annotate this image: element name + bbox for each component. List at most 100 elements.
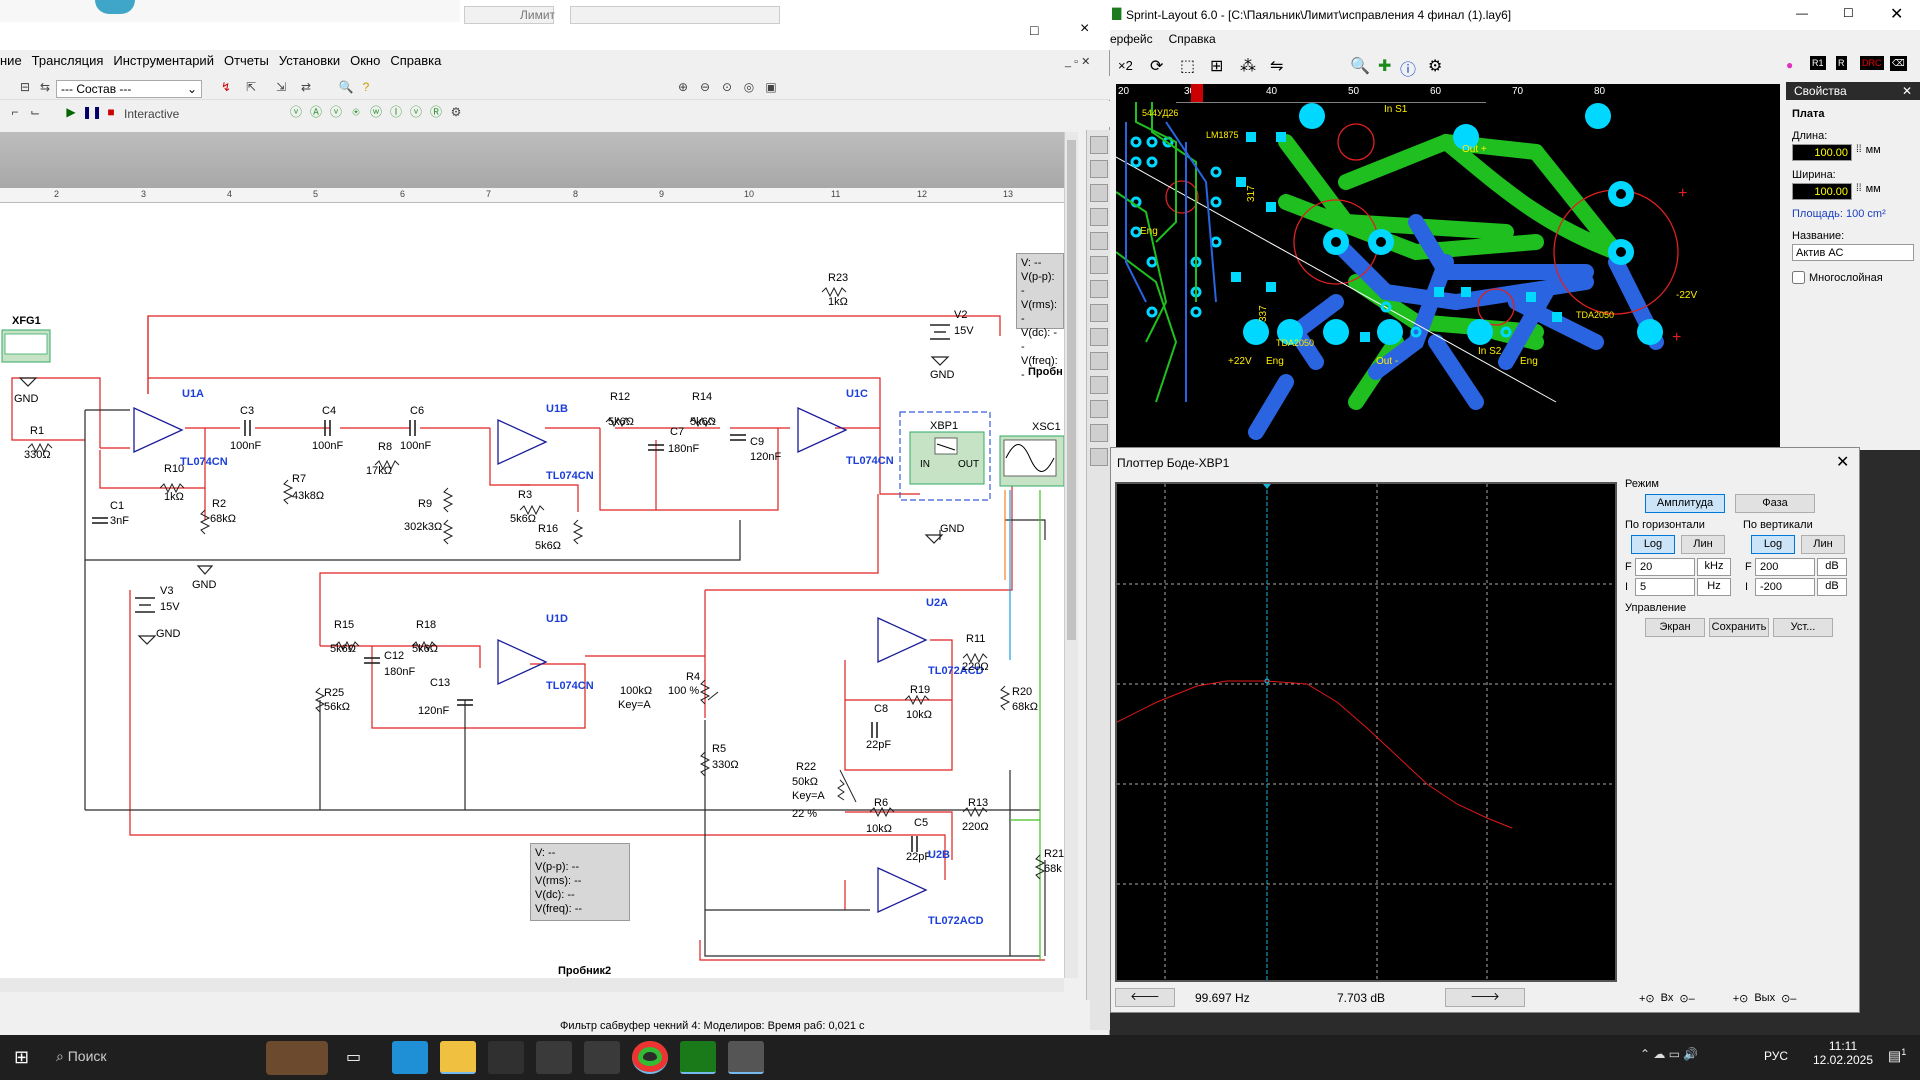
tool-icon[interactable]: ⬚ [1180, 56, 1195, 76]
zoom-x2[interactable]: ×2 [1118, 58, 1133, 73]
vertical-scrollbar[interactable] [1064, 132, 1078, 978]
tool-icon[interactable]: ● [1786, 58, 1793, 72]
tool-icon[interactable] [1090, 232, 1108, 250]
menu-item[interactable]: Установки [274, 50, 345, 72]
v-initial-unit[interactable]: dB [1817, 578, 1847, 596]
tool-icon[interactable]: DRC [1860, 56, 1884, 70]
v-log-button[interactable]: Log [1751, 535, 1795, 554]
restore-button[interactable]: □ [1030, 22, 1038, 38]
tool-icon[interactable]: ⇲ [272, 78, 290, 96]
v-final-input[interactable] [1755, 558, 1815, 576]
tool-icon[interactable] [1090, 448, 1108, 466]
out-plus[interactable]: +⊙ [1733, 992, 1749, 1005]
tool-icon[interactable]: ⇋ [1270, 56, 1283, 76]
probe1-box[interactable]: V: -- V(p-p): - V(rms): - V(dc): -- V(fr… [1016, 253, 1064, 381]
sprint-layout-icon[interactable] [680, 1041, 716, 1074]
app-icon[interactable] [584, 1041, 620, 1074]
tool-icon[interactable] [1090, 424, 1108, 442]
tool-icon[interactable]: ⌫ [1890, 56, 1907, 71]
language-indicator[interactable]: РУС [1764, 1049, 1788, 1063]
weather-widget-icon[interactable] [266, 1041, 328, 1075]
clock[interactable]: 11:11 12.02.2025 [1808, 1039, 1878, 1067]
menu-item[interactable]: ние [0, 50, 27, 72]
mdi-buttons[interactable]: _ ▫ ✕ [1065, 55, 1090, 68]
search-icon[interactable]: 🔍 [1350, 56, 1370, 76]
tool-icon[interactable]: ⊟ [16, 78, 34, 96]
menu-item[interactable]: Инструментарий [108, 50, 219, 72]
set-button[interactable]: Уст... [1773, 618, 1833, 637]
screen-button[interactable]: Экран [1645, 618, 1705, 637]
zoom-fit-icon[interactable]: ◎ [740, 78, 758, 96]
tool-icon[interactable] [1090, 208, 1108, 226]
info-icon[interactable]: ⓘ [1400, 56, 1416, 80]
v-final-unit[interactable]: dB [1817, 558, 1847, 576]
menu-item[interactable]: Окно [345, 50, 385, 72]
width-input[interactable] [1792, 183, 1852, 200]
tray-icons[interactable]: ⌃ ☁ ▭ 🔊 [1640, 1047, 1698, 1061]
menu-item[interactable]: Справка [385, 50, 446, 72]
probe2-box[interactable]: V: -- V(p-p): -- V(rms): -- V(dc): -- V(… [530, 843, 630, 921]
save-button[interactable]: Сохранить [1709, 618, 1769, 637]
gear-icon[interactable]: ⚙ [447, 103, 465, 121]
tool-icon[interactable]: R1 [1810, 56, 1826, 70]
app-icon[interactable] [488, 1041, 524, 1074]
refresh-icon[interactable]: ⟳ [1150, 56, 1163, 76]
name-input[interactable] [1792, 244, 1914, 261]
menu-item[interactable]: Отчеты [219, 50, 274, 72]
close-button[interactable]: ✕ [1890, 4, 1903, 24]
cursor-right-button[interactable]: 🡒 [1445, 988, 1525, 1007]
tool-icon[interactable]: ⌐ [6, 103, 24, 121]
schematic-canvas[interactable]: XFG1 GND R1 330Ω C1 3nF U1A TL074CN C3 1… [0, 203, 1064, 978]
instrument-icon[interactable]: ⓦ [367, 103, 385, 121]
help-icon[interactable]: ? [357, 78, 375, 96]
h-log-button[interactable]: Log [1631, 535, 1675, 554]
h-initial-unit[interactable]: Hz [1697, 578, 1731, 596]
stop-icon[interactable]: ■ [102, 103, 120, 121]
tool-icon[interactable]: ⊞ [1210, 56, 1223, 76]
tool-icon[interactable] [1090, 184, 1108, 202]
zoom-page-icon[interactable]: ▣ [762, 78, 780, 96]
tool-icon[interactable] [1090, 280, 1108, 298]
out-minus[interactable]: ⊙– [1781, 992, 1796, 1005]
instrument-icon[interactable]: Ⓘ [387, 103, 405, 121]
h-lin-button[interactable]: Лин [1681, 535, 1725, 554]
tool-icon[interactable] [1090, 352, 1108, 370]
instrument-icon[interactable]: ⓥ [287, 103, 305, 121]
multisim-icon[interactable] [728, 1041, 764, 1074]
component-combo[interactable]: --- Состав --- ⌄ [56, 80, 202, 98]
minimize-button[interactable]: — [1796, 6, 1808, 20]
instrument-icon[interactable]: Ⓐ [307, 103, 325, 121]
v-initial-input[interactable] [1755, 578, 1815, 596]
close-button[interactable]: ✕ [1836, 452, 1849, 472]
zoom-in-icon[interactable]: ⊕ [674, 78, 692, 96]
zoom-area-icon[interactable]: ⊙ [718, 78, 736, 96]
phase-button[interactable]: Фаза [1735, 494, 1815, 513]
instrument-icon[interactable]: ⓥ [327, 103, 345, 121]
multilayer-checkbox[interactable]: Многослойная [1792, 271, 1914, 284]
tool-icon[interactable]: ⁂ [1240, 56, 1256, 76]
pause-icon[interactable]: ❚❚ [82, 103, 102, 121]
amplitude-button[interactable]: Амплитуда [1645, 494, 1725, 513]
h-final-input[interactable] [1635, 558, 1695, 576]
tool-icon[interactable]: ⌙ [26, 103, 44, 121]
edge-icon[interactable] [392, 1041, 428, 1074]
tool-icon[interactable]: R [1836, 56, 1847, 70]
tool-icon[interactable] [1090, 256, 1108, 274]
tool-icon[interactable] [1090, 304, 1108, 322]
search-icon[interactable]: 🔍 [337, 78, 355, 96]
tool-icon[interactable] [1090, 160, 1108, 178]
cursor-left-button[interactable]: 🡐 [1115, 988, 1175, 1007]
tool-icon[interactable] [1090, 376, 1108, 394]
menu-item[interactable]: ерфейс [1110, 32, 1153, 50]
menu-item[interactable]: Трансляция [27, 50, 109, 72]
tool-icon[interactable] [1090, 136, 1108, 154]
tool-icon[interactable] [1090, 400, 1108, 418]
h-initial-input[interactable] [1635, 578, 1695, 596]
instrument-icon[interactable]: Ⓡ [427, 103, 445, 121]
close-icon[interactable]: ✕ [1902, 84, 1912, 98]
menu-item[interactable]: Справка [1169, 32, 1216, 50]
close-button[interactable]: × [1080, 20, 1089, 38]
maximize-button[interactable]: ☐ [1843, 6, 1854, 20]
chrome-icon[interactable] [632, 1041, 668, 1074]
gear-icon[interactable]: ⚙ [1428, 56, 1442, 76]
